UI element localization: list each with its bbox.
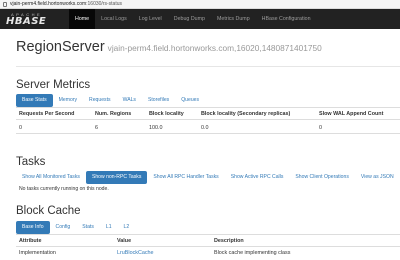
logo-hbase-text: HBASE: [6, 16, 47, 27]
server-name-subtitle: vjain-perm4.field.hortonworks.com,16020,…: [107, 43, 322, 53]
tab-view-as-json[interactable]: View as JSON: [355, 171, 400, 184]
tab-show-active-rpc-calls[interactable]: Show Active RPC Calls: [225, 171, 290, 184]
tab-l2[interactable]: L2: [118, 221, 136, 234]
column-header: Block locality (Secondary replicas): [201, 111, 291, 117]
tab-l1[interactable]: L1: [100, 221, 118, 234]
column-header: Slow WAL Append Count: [319, 111, 384, 117]
nav-menu: Home Local Logs Log Level Debug Dump Met…: [69, 9, 317, 29]
nav-item-metrics-dump[interactable]: Metrics Dump: [211, 9, 256, 29]
lru-block-cache-link[interactable]: LruBlockCache: [117, 250, 154, 256]
tab-show-all-rpc-handler-tasks[interactable]: Show All RPC Handler Tasks: [147, 171, 224, 184]
tab-show-non-rpc-tasks[interactable]: Show non-RPC Tasks: [85, 171, 148, 184]
page-title-text: RegionServer: [16, 39, 105, 55]
column-header: Block locality: [149, 111, 184, 117]
table-cell: 100.0: [149, 125, 163, 131]
tab-stats[interactable]: Stats: [76, 221, 100, 234]
tab-requests[interactable]: Requests: [83, 94, 117, 107]
column-header: Num. Regions: [95, 111, 132, 117]
tab-show-client-operations[interactable]: Show Client Operations: [289, 171, 355, 184]
no-tasks-message: No tasks currently running on this node.: [19, 186, 109, 192]
nav-item-home[interactable]: Home: [69, 9, 96, 29]
table-cell: 0.0: [201, 125, 209, 131]
table-divider: [16, 133, 400, 134]
browser-url-bar[interactable]: vjain-perm4.field.hortonworks.com:16030/…: [0, 0, 400, 9]
tasks-heading: Tasks: [16, 156, 46, 168]
header-divider: [16, 66, 400, 67]
tab-memory[interactable]: Memory: [53, 94, 83, 107]
nav-item-hbase-configuration[interactable]: HBase Configuration: [256, 9, 317, 29]
tab-base-info[interactable]: Base Info: [16, 221, 50, 234]
tab-show-all-monitored-tasks[interactable]: Show All Monitored Tasks: [16, 171, 86, 184]
table-divider: [16, 246, 400, 247]
lock-icon: [3, 1, 7, 7]
tab-divider: [16, 234, 400, 235]
server-metrics-tabs: Base Stats Memory Requests WALs Storefil…: [16, 94, 205, 107]
page-title: RegionServer vjain-perm4.field.hortonwork…: [16, 38, 322, 56]
url-path: :16030/rs-status: [86, 1, 122, 7]
nav-item-local-logs[interactable]: Local Logs: [95, 9, 133, 29]
hbase-logo[interactable]: APACHE HBASE: [6, 12, 62, 27]
column-header: Description: [214, 238, 244, 244]
table-cell: Block cache implementing class: [214, 250, 291, 256]
server-metrics-heading: Server Metrics: [16, 79, 91, 91]
tab-config[interactable]: Config: [50, 221, 77, 234]
block-cache-heading: Block Cache: [16, 205, 81, 217]
url-host: vjain-perm4.field.hortonworks.com: [10, 1, 87, 7]
tab-queues[interactable]: Queues: [175, 94, 205, 107]
column-header: Value: [117, 238, 132, 244]
table-cell: 0: [19, 125, 22, 131]
table-divider: [16, 119, 400, 120]
tab-wals[interactable]: WALs: [117, 94, 142, 107]
tab-divider: [16, 107, 400, 108]
tab-base-stats[interactable]: Base Stats: [16, 94, 53, 107]
table-cell: 6: [95, 125, 98, 131]
block-cache-tabs: Base Info Config Stats L1 L2: [16, 221, 135, 234]
nav-item-log-level[interactable]: Log Level: [133, 9, 168, 29]
table-cell: 0: [319, 125, 322, 131]
column-header: Requests Per Second: [19, 111, 75, 117]
tab-storefiles[interactable]: Storefiles: [142, 94, 175, 107]
top-navbar: APACHE HBASE Home Local Logs Log Level D…: [0, 9, 400, 29]
tasks-tabs: Show All Monitored Tasks Show non-RPC Ta…: [16, 171, 400, 184]
nav-item-debug-dump[interactable]: Debug Dump: [168, 9, 211, 29]
url-text[interactable]: vjain-perm4.field.hortonworks.com:16030/…: [10, 1, 122, 7]
column-header: Attribute: [19, 238, 42, 244]
table-cell: Implementation: [19, 250, 56, 256]
